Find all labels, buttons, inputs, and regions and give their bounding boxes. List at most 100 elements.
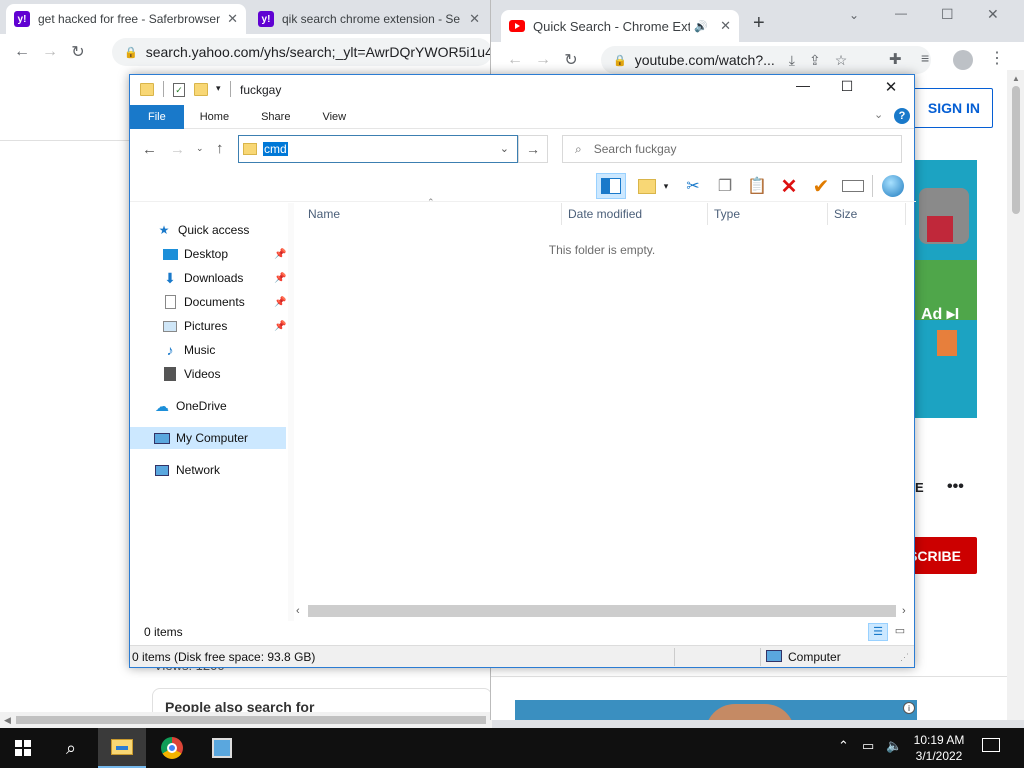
content-horizontal-scrollbar[interactable]: ‹ ›: [294, 603, 914, 619]
globe-icon[interactable]: [880, 173, 906, 199]
scroll-up-arrow[interactable]: ▲: [1012, 74, 1020, 83]
new-folder-button-icon[interactable]: [634, 173, 660, 199]
close-button[interactable]: ✕: [878, 78, 904, 96]
forward-icon[interactable]: →: [529, 51, 557, 69]
nav-desktop[interactable]: Desktop 📌: [162, 243, 288, 265]
taskbar-chrome[interactable]: [148, 728, 196, 768]
tab-share[interactable]: Share: [245, 105, 306, 129]
help-icon[interactable]: ?: [894, 108, 910, 124]
search-box[interactable]: ⌕ Search fuckgay: [562, 135, 902, 163]
properties-icon[interactable]: ✓: [173, 83, 185, 97]
tab-youtube[interactable]: Quick Search - Chrome Exten 🔊 ✕: [501, 10, 739, 42]
ad-video-thumbnail[interactable]: Ad ▸I: [915, 160, 977, 418]
tab-search-icon[interactable]: ⌄: [849, 8, 859, 22]
address-dropdown-icon[interactable]: ⌄: [500, 142, 509, 155]
start-button[interactable]: [0, 728, 46, 768]
search-button[interactable]: ⌕: [48, 728, 94, 768]
back-icon[interactable]: ←: [8, 43, 36, 61]
scroll-left-arrow[interactable]: ‹: [296, 605, 300, 617]
new-folder-dropdown-icon[interactable]: ▾: [660, 173, 672, 199]
nav-my-computer[interactable]: My Computer: [130, 427, 286, 449]
pin-icon[interactable]: 📌: [274, 273, 286, 284]
extensions-icon[interactable]: ✚: [889, 50, 902, 68]
tab-home[interactable]: Home: [184, 105, 245, 129]
scroll-thumb[interactable]: [308, 605, 896, 617]
more-actions-icon[interactable]: •••: [947, 478, 964, 496]
check-icon[interactable]: ✔: [808, 173, 834, 199]
column-header-date[interactable]: Date modified: [562, 203, 708, 225]
scroll-left-arrow[interactable]: ◀: [4, 715, 11, 726]
network-status-icon[interactable]: ▭: [862, 738, 874, 754]
delete-icon[interactable]: ✕: [776, 173, 802, 199]
speaker-icon[interactable]: 🔊: [694, 20, 708, 33]
maximize-icon[interactable]: ☐: [941, 6, 954, 23]
forward-icon[interactable]: →: [36, 43, 64, 61]
new-folder-icon[interactable]: [194, 83, 208, 96]
nav-onedrive[interactable]: ☁ OneDrive: [154, 395, 227, 417]
install-icon[interactable]: ⤓: [789, 52, 795, 69]
close-tab-icon[interactable]: ✕: [720, 18, 731, 34]
column-header-type[interactable]: Type: [708, 203, 828, 225]
up-arrow-icon[interactable]: ↑: [216, 140, 224, 157]
close-tab-icon[interactable]: ✕: [227, 11, 238, 27]
reload-icon[interactable]: ↻: [557, 50, 585, 70]
details-view-icon[interactable]: ☰: [868, 623, 888, 641]
address-field[interactable]: cmd ⌄: [238, 135, 518, 163]
bookmark-star-icon[interactable]: ☆: [835, 52, 848, 69]
scroll-thumb[interactable]: [16, 716, 486, 724]
back-arrow-icon[interactable]: ←: [142, 141, 157, 158]
nav-quick-access[interactable]: ★ Quick access: [156, 219, 250, 241]
clock[interactable]: 10:19 AM 3/1/2022: [904, 732, 974, 764]
large-icons-view-icon[interactable]: ▭: [890, 623, 910, 641]
nav-pictures[interactable]: Pictures 📌: [162, 315, 288, 337]
tab-yahoo-1[interactable]: y! get hacked for free - Saferbrowser ✕: [6, 4, 246, 34]
new-tab-icon[interactable]: +: [753, 12, 765, 35]
scroll-thumb[interactable]: [1012, 86, 1020, 214]
pin-icon[interactable]: 📌: [274, 249, 286, 260]
pin-icon[interactable]: 📌: [274, 321, 286, 332]
tab-yahoo-2[interactable]: y! qik search chrome extension - Se ✕: [250, 4, 488, 34]
resize-grip-icon[interactable]: ⋰: [900, 652, 909, 663]
video-thumbnail[interactable]: [515, 700, 917, 720]
forward-arrow-icon[interactable]: →: [170, 141, 185, 158]
minimize-button[interactable]: —: [790, 77, 816, 93]
paste-icon[interactable]: 📋: [744, 173, 770, 199]
address-bar[interactable]: 🔒 youtube.com/watch?... ⤓ ⇪ ☆: [601, 46, 931, 74]
ad-info-icon[interactable]: i: [903, 702, 915, 714]
pane-splitter[interactable]: [288, 203, 294, 621]
reload-icon[interactable]: ↻: [64, 42, 92, 62]
horizontal-scrollbar[interactable]: ◀: [0, 712, 492, 728]
expand-ribbon-icon[interactable]: ⌄: [874, 108, 883, 121]
scroll-right-arrow[interactable]: ›: [902, 605, 906, 617]
column-header-name[interactable]: Name: [302, 203, 562, 225]
taskbar-app[interactable]: [198, 728, 246, 768]
show-hidden-icons[interactable]: ⌃: [838, 738, 849, 754]
column-header-size[interactable]: Size: [828, 203, 906, 225]
taskbar-file-explorer[interactable]: [98, 728, 146, 768]
profile-avatar[interactable]: [953, 50, 973, 70]
pin-icon[interactable]: 📌: [274, 297, 286, 308]
notifications-icon[interactable]: [982, 738, 1000, 752]
share-icon[interactable]: ⇪: [809, 52, 821, 69]
address-input-value[interactable]: cmd: [263, 142, 288, 156]
nav-documents[interactable]: Documents 📌: [162, 291, 288, 313]
tab-view[interactable]: View: [306, 105, 362, 129]
tab-file[interactable]: File: [130, 104, 184, 129]
vertical-scrollbar[interactable]: ▲: [1007, 70, 1024, 720]
close-tab-icon[interactable]: ✕: [469, 11, 480, 27]
copy-icon[interactable]: ❐: [712, 173, 738, 199]
nav-downloads[interactable]: ⬇ Downloads 📌: [162, 267, 288, 289]
nav-music[interactable]: ♪ Music: [162, 339, 216, 361]
go-button[interactable]: →: [518, 135, 548, 163]
menu-kebab-icon[interactable]: ⋮: [989, 48, 1005, 68]
volume-icon[interactable]: 🔈: [886, 738, 902, 754]
back-icon[interactable]: ←: [501, 51, 529, 69]
qat-dropdown-icon[interactable]: ▾: [216, 83, 221, 94]
media-icon[interactable]: ≡: [921, 50, 929, 66]
close-window-icon[interactable]: ✕: [987, 6, 999, 23]
address-bar[interactable]: 🔒 search.yahoo.com/yhs/search;_ylt=AwrDQ…: [112, 38, 492, 66]
nav-network[interactable]: Network: [154, 459, 220, 481]
rename-icon[interactable]: [840, 173, 866, 199]
recent-locations-icon[interactable]: ⌄: [196, 143, 204, 154]
cut-icon[interactable]: ✂: [680, 173, 706, 199]
